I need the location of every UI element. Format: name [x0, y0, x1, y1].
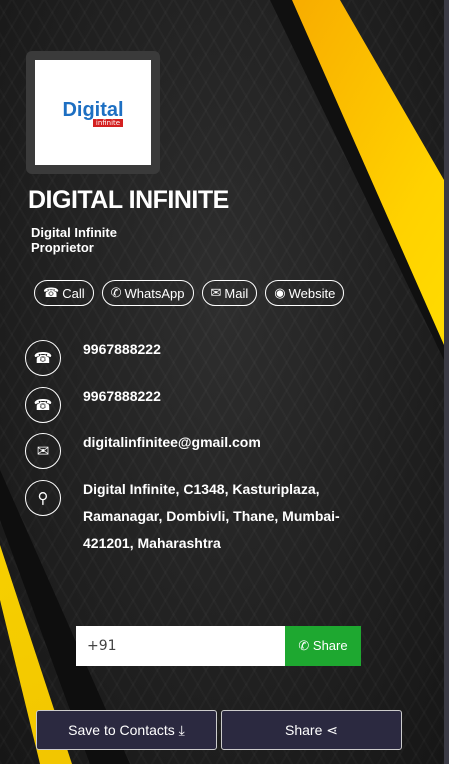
whatsapp-number-input[interactable]	[76, 626, 285, 666]
whatsapp-icon: ✆	[110, 285, 122, 300]
action-buttons: ☎ Call ✆ WhatsApp ✉ Mail ◉ Website	[34, 280, 345, 306]
website-label: Website	[288, 285, 336, 301]
contact-address[interactable]: ⚲ Digital Infinite, C1348, Kasturiplaza, …	[25, 480, 363, 557]
contact-phone-2[interactable]: ☎ 9967888222	[25, 387, 363, 423]
whatsapp-button[interactable]: ✆ WhatsApp	[101, 280, 194, 306]
logo-frame: Digital infinite	[26, 51, 160, 174]
company-name: Digital Infinite	[31, 225, 117, 240]
contact-email[interactable]: ✉ digitalinfinitee@gmail.com	[25, 433, 363, 469]
phone-icon: ☎	[25, 340, 61, 376]
save-to-contacts-button[interactable]: Save to Contacts ⤓	[36, 710, 217, 750]
logo: Digital infinite	[35, 60, 151, 165]
map-pin-icon: ⚲	[25, 480, 61, 516]
envelope-icon: ✉	[210, 285, 222, 300]
call-button[interactable]: ☎ Call	[34, 280, 94, 306]
business-card: Digital infinite DIGITAL INFINITE Digita…	[0, 0, 444, 764]
mail-label: Mail	[224, 285, 249, 301]
contact-phone-1[interactable]: ☎ 9967888222	[25, 340, 363, 376]
email-text: digitalinfinitee@gmail.com	[83, 434, 261, 450]
phone-text: 9967888222	[83, 341, 161, 357]
whatsapp-label: WhatsApp	[124, 285, 185, 301]
profile-name: DIGITAL INFINITE	[28, 186, 229, 214]
call-label: Call	[62, 285, 85, 301]
mail-button[interactable]: ✉ Mail	[201, 280, 258, 306]
envelope-icon: ✉	[25, 433, 61, 469]
phone-text: 9967888222	[83, 388, 161, 404]
profile-subtitle: Digital Infinite Proprietor	[31, 225, 117, 255]
globe-icon: ◉	[274, 285, 286, 300]
whatsapp-share-form: ✆ Share	[76, 626, 361, 666]
scrollbar[interactable]	[444, 0, 449, 764]
address-text: Digital Infinite, C1348, Kasturiplaza, R…	[83, 481, 340, 551]
share-button[interactable]: Share ⋖	[221, 710, 402, 750]
whatsapp-share-button[interactable]: ✆ Share	[285, 626, 361, 666]
phone-icon: ☎	[25, 387, 61, 423]
phone-icon: ☎	[43, 285, 60, 300]
role: Proprietor	[31, 240, 94, 255]
website-button[interactable]: ◉ Website	[265, 280, 345, 306]
logo-subtext: infinite	[92, 118, 124, 127]
